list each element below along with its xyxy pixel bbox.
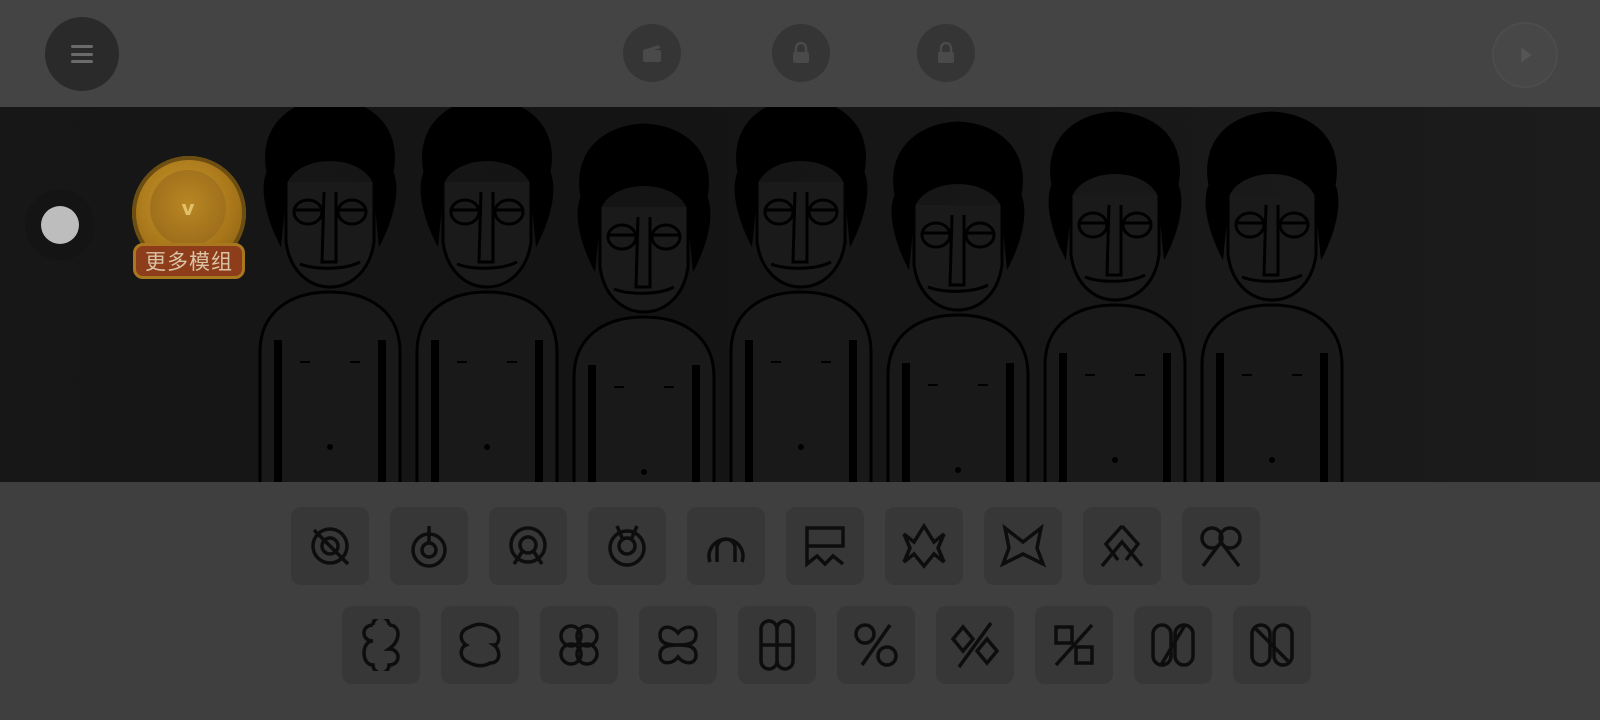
sound-palette xyxy=(0,482,1600,720)
top-toolbar xyxy=(0,0,1600,107)
effect-icon-5[interactable] xyxy=(1182,507,1260,585)
lock-icon xyxy=(793,41,809,63)
character-2[interactable] xyxy=(417,107,557,482)
more-mods-label[interactable]: 更多模组 xyxy=(133,243,245,279)
melody-icon-3[interactable] xyxy=(540,606,618,684)
melody-icon-5[interactable] xyxy=(738,606,816,684)
character-1[interactable] xyxy=(260,107,400,482)
mute-toggle[interactable] xyxy=(25,190,95,260)
melody-icon-4[interactable] xyxy=(639,606,717,684)
melody-icon-1[interactable] xyxy=(342,606,420,684)
character-4[interactable] xyxy=(731,107,871,482)
character-3[interactable] xyxy=(574,125,714,482)
voice-icon-1[interactable] xyxy=(837,606,915,684)
effect-icon-2[interactable] xyxy=(885,507,963,585)
character-stage xyxy=(0,107,1600,482)
effect-icon-3[interactable] xyxy=(984,507,1062,585)
toggle-knob xyxy=(41,206,79,244)
locked-mode-button-2[interactable] xyxy=(917,24,975,82)
character-6[interactable] xyxy=(1045,113,1185,482)
voice-icon-4[interactable] xyxy=(1134,606,1212,684)
voice-icon-2[interactable] xyxy=(936,606,1014,684)
menu-button[interactable] xyxy=(45,17,119,91)
character-7[interactable] xyxy=(1202,113,1342,482)
play-icon xyxy=(1521,47,1532,63)
beat-icon-4[interactable] xyxy=(588,507,666,585)
effect-icon-1[interactable] xyxy=(786,507,864,585)
beat-icon-1[interactable] xyxy=(291,507,369,585)
beat-icon-2[interactable] xyxy=(390,507,468,585)
crown-coin-icon: v xyxy=(150,170,226,246)
beat-icon-5[interactable] xyxy=(687,507,765,585)
melody-icon-2[interactable] xyxy=(441,606,519,684)
locked-mode-button-1[interactable] xyxy=(772,24,830,82)
voice-icon-5[interactable] xyxy=(1233,606,1311,684)
play-button[interactable] xyxy=(1492,22,1558,88)
clapperboard-icon xyxy=(643,45,661,62)
clapperboard-button[interactable] xyxy=(623,24,681,82)
beat-icon-3[interactable] xyxy=(489,507,567,585)
character-5[interactable] xyxy=(888,123,1028,482)
hamburger-menu-icon xyxy=(71,45,93,63)
characters-layer xyxy=(0,107,1600,482)
voice-icon-3[interactable] xyxy=(1035,606,1113,684)
lock-icon xyxy=(938,41,954,63)
effect-icon-4[interactable] xyxy=(1083,507,1161,585)
coin-letter: v xyxy=(181,196,195,220)
